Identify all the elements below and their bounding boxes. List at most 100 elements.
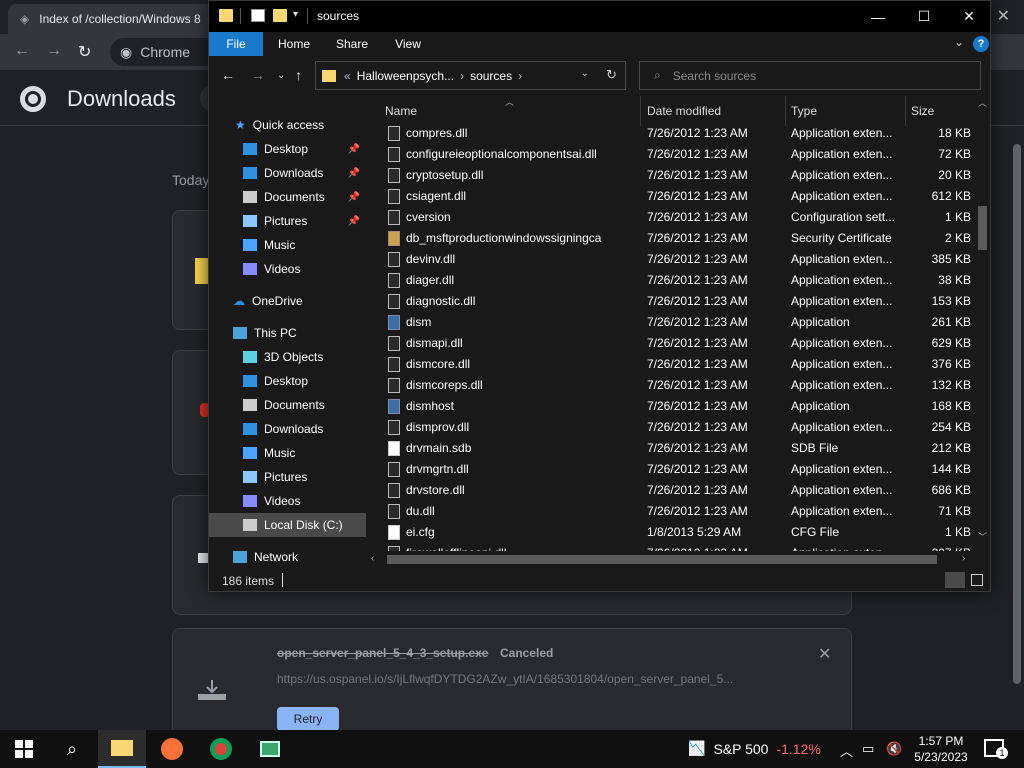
- ribbon-tab-file[interactable]: File: [209, 32, 263, 56]
- search-button[interactable]: ⌕: [48, 730, 96, 768]
- file-row[interactable]: configureieoptionalcomponentsai.dll 7/26/…: [367, 144, 972, 165]
- column-divider[interactable]: [785, 96, 786, 126]
- properties-icon[interactable]: [251, 9, 265, 22]
- column-header-date[interactable]: Date modified: [647, 96, 721, 126]
- column-header-name[interactable]: Name: [385, 96, 417, 126]
- minimize-icon[interactable]: —: [855, 1, 901, 32]
- nav-quick-access-item[interactable]: Documents 📌: [209, 185, 366, 209]
- back-arrow-icon[interactable]: ←: [221, 67, 235, 83]
- address-dropdown-icon[interactable]: ⌄: [581, 68, 589, 79]
- file-row[interactable]: dismapi.dll 7/26/2012 1:23 AM Application …: [367, 333, 972, 354]
- nav-quick-access-item[interactable]: Music: [209, 233, 366, 257]
- clock[interactable]: 1:57 PM 5/23/2023: [908, 733, 974, 765]
- large-icons-view-icon[interactable]: [971, 574, 983, 586]
- retry-button[interactable]: Retry: [277, 707, 339, 731]
- remove-download-icon[interactable]: ✕: [818, 644, 831, 664]
- nav-this-pc-item[interactable]: Pictures: [209, 465, 366, 489]
- scrollbar-thumb[interactable]: [978, 206, 987, 250]
- horizontal-scrollbar[interactable]: ‹ ›: [367, 551, 972, 569]
- file-row[interactable]: cversion 7/26/2012 1:23 AM Configuration s…: [367, 207, 972, 228]
- close-icon[interactable]: ✕: [946, 1, 992, 32]
- ribbon-tab-share[interactable]: Share: [327, 32, 377, 56]
- nav-quick-access-item[interactable]: Desktop 📌: [209, 137, 366, 161]
- pin-icon[interactable]: 📌: [348, 144, 360, 155]
- forward-arrow-icon[interactable]: →: [251, 67, 265, 83]
- scroll-up-icon[interactable]: ︿: [978, 96, 987, 109]
- chrome-close-icon[interactable]: ✕: [997, 6, 1010, 26]
- up-arrow-icon[interactable]: ↑: [295, 67, 302, 83]
- pin-icon[interactable]: 📌: [348, 168, 360, 179]
- taskbar-app[interactable]: [246, 730, 294, 768]
- back-arrow-icon[interactable]: ←: [14, 42, 30, 60]
- maximize-icon[interactable]: ☐: [901, 1, 947, 32]
- file-row[interactable]: compres.dll 7/26/2012 1:23 AM Application …: [367, 123, 972, 144]
- taskbar-file-explorer[interactable]: [98, 730, 146, 768]
- file-row[interactable]: dismhost 7/26/2012 1:23 AM Application 168 …: [367, 396, 972, 417]
- details-view-icon[interactable]: [945, 572, 965, 588]
- nav-quick-access-item[interactable]: Downloads 📌: [209, 161, 366, 185]
- ribbon-tab-home[interactable]: Home: [269, 32, 319, 56]
- file-row[interactable]: diager.dll 7/26/2012 1:23 AM Application e…: [367, 270, 972, 291]
- start-button[interactable]: [0, 730, 48, 768]
- column-divider[interactable]: [640, 96, 641, 126]
- network-icon[interactable]: ▭: [862, 741, 874, 757]
- nav-this-pc-item[interactable]: Desktop: [209, 369, 366, 393]
- refresh-icon[interactable]: ↻: [606, 67, 617, 83]
- nav-network[interactable]: Network: [209, 545, 366, 569]
- nav-this-pc-item[interactable]: Downloads: [209, 417, 366, 441]
- breadcrumb-separator-icon[interactable]: ›: [518, 69, 522, 83]
- nav-this-pc-item[interactable]: Music: [209, 441, 366, 465]
- nav-quick-access[interactable]: ★ Quick access: [209, 113, 366, 137]
- nav-onedrive[interactable]: ☁ OneDrive: [209, 289, 366, 313]
- customize-quick-access-icon[interactable]: ▾: [293, 9, 298, 20]
- file-row[interactable]: dismcore.dll 7/26/2012 1:23 AM Application…: [367, 354, 972, 375]
- new-folder-icon[interactable]: [273, 9, 287, 22]
- search-box[interactable]: ⌕ Search sources: [639, 61, 981, 90]
- file-row[interactable]: dismprov.dll 7/26/2012 1:23 AM Application…: [367, 417, 972, 438]
- file-row[interactable]: db_msftproductionwindowssigningca 7/26/20…: [367, 228, 972, 249]
- taskbar-chrome[interactable]: [197, 730, 245, 768]
- address-overflow[interactable]: «: [344, 69, 351, 83]
- reload-icon[interactable]: ↻: [78, 42, 91, 62]
- expand-ribbon-icon[interactable]: ⌄: [954, 35, 964, 49]
- file-row[interactable]: devinv.dll 7/26/2012 1:23 AM Application e…: [367, 249, 972, 270]
- nav-this-pc-item[interactable]: Documents: [209, 393, 366, 417]
- download-filename[interactable]: open_server_panel_5_4_3_setup.exe: [277, 646, 488, 660]
- scroll-right-icon[interactable]: ›: [962, 553, 965, 564]
- forward-arrow-icon[interactable]: →: [46, 42, 62, 60]
- notification-icon[interactable]: 1: [984, 739, 1008, 759]
- taskbar-firefox[interactable]: [148, 730, 196, 768]
- file-row[interactable]: dism 7/26/2012 1:23 AM Application 261 KB: [367, 312, 972, 333]
- file-row[interactable]: csiagent.dll 7/26/2012 1:23 AM Application…: [367, 186, 972, 207]
- scroll-down-icon[interactable]: ﹀: [978, 530, 987, 543]
- nav-this-pc-item[interactable]: 3D Objects: [209, 345, 366, 369]
- page-scrollbar[interactable]: [1011, 128, 1023, 728]
- address-bar[interactable]: « Halloweenpsych... › sources › ⌄ ↻: [315, 61, 626, 90]
- file-row[interactable]: drvmain.sdb 7/26/2012 1:23 AM SDB File 212 …: [367, 438, 972, 459]
- pin-icon[interactable]: 📌: [348, 216, 360, 227]
- vertical-scrollbar[interactable]: ︿ ﹀: [975, 96, 990, 543]
- file-row[interactable]: ei.cfg 1/8/2013 5:29 AM CFG File 1 KB: [367, 522, 972, 543]
- file-row[interactable]: du.dll 7/26/2012 1:23 AM Application exten…: [367, 501, 972, 522]
- nav-this-pc[interactable]: This PC: [209, 321, 366, 345]
- column-divider[interactable]: [905, 96, 906, 126]
- file-row[interactable]: firewallofflineapi.dll7/26/2012 1:23 AMA…: [367, 543, 972, 551]
- breadcrumb-parent[interactable]: Halloweenpsych...: [357, 69, 454, 83]
- file-row[interactable]: cryptosetup.dll 7/26/2012 1:23 AM Applicat…: [367, 165, 972, 186]
- ribbon-tab-view[interactable]: View: [383, 32, 433, 56]
- recent-locations-icon[interactable]: ⌄: [277, 70, 285, 81]
- nav-quick-access-item[interactable]: Videos: [209, 257, 366, 281]
- nav-this-pc-item[interactable]: Videos: [209, 489, 366, 513]
- stock-widget[interactable]: 📉 S&P 500 -1.12%: [688, 740, 821, 757]
- file-row[interactable]: dismcoreps.dll 7/26/2012 1:23 AM Applicati…: [367, 375, 972, 396]
- volume-muted-icon[interactable]: 🔇: [886, 741, 902, 757]
- scroll-left-icon[interactable]: ‹: [371, 553, 374, 564]
- file-row[interactable]: drvstore.dll 7/26/2012 1:23 AM Application…: [367, 480, 972, 501]
- help-icon[interactable]: ?: [973, 36, 989, 52]
- scrollbar-thumb[interactable]: [387, 555, 937, 564]
- nav-quick-access-item[interactable]: Pictures 📌: [209, 209, 366, 233]
- column-header-type[interactable]: Type: [791, 96, 817, 126]
- omnibox[interactable]: ◉ Chrome: [110, 38, 220, 66]
- file-row[interactable]: drvmgrtn.dll 7/26/2012 1:23 AM Application…: [367, 459, 972, 480]
- pin-icon[interactable]: 📌: [348, 192, 360, 203]
